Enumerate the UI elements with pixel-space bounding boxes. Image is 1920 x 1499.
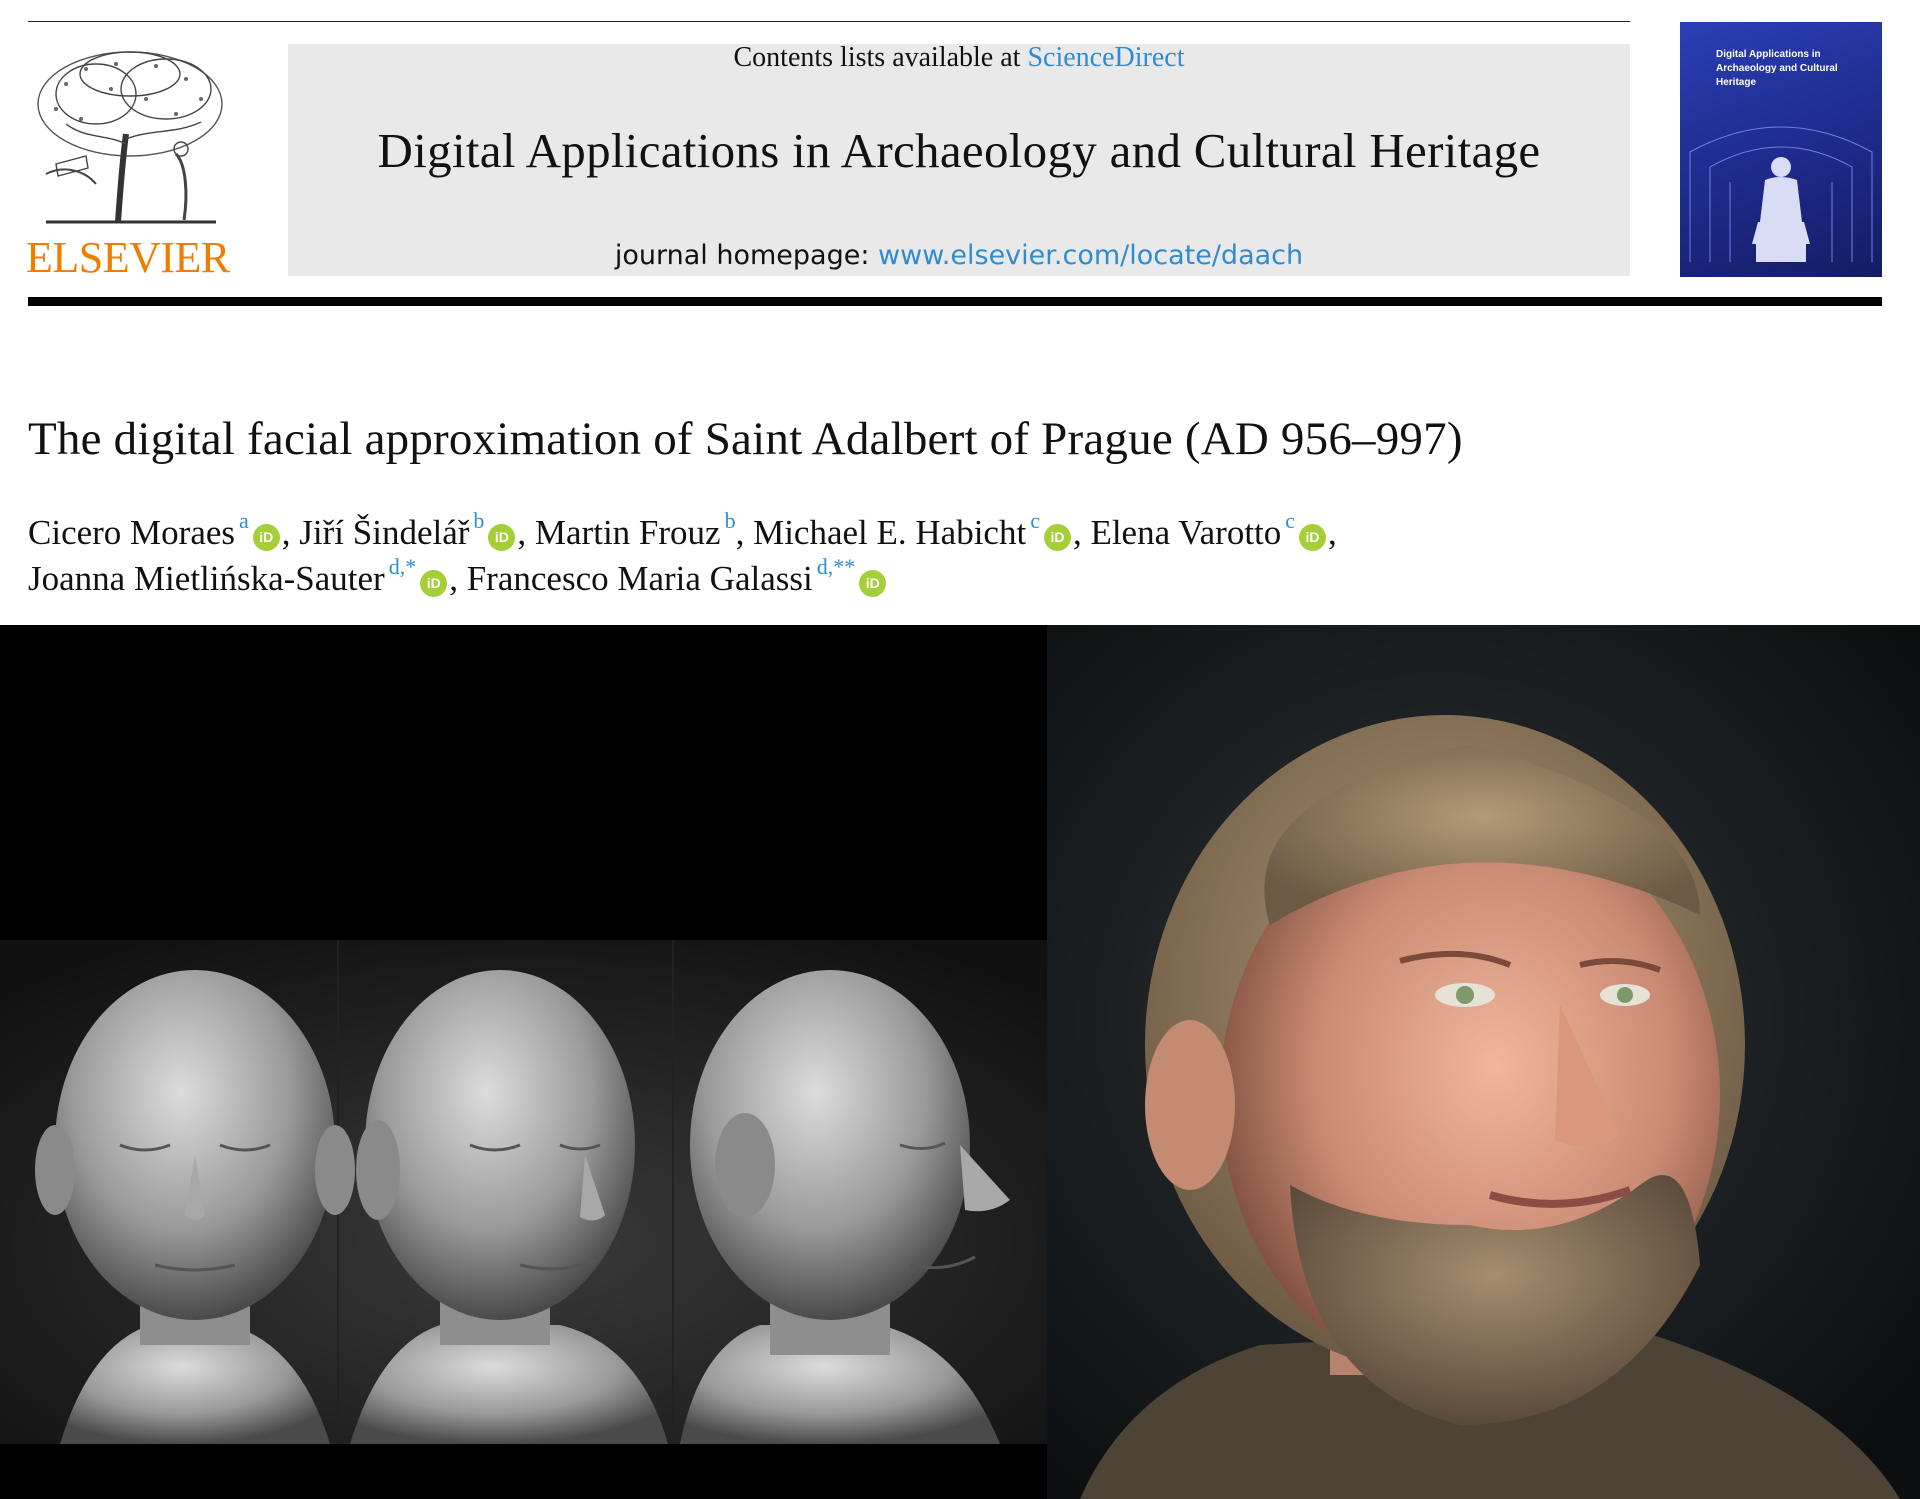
orcid-icon[interactable]: iD (1043, 524, 1071, 551)
authors-line-1: Cicero Moraes aiD, Jiří Šindelář biD, Mart… (28, 508, 1337, 552)
orcid-icon[interactable]: iD (488, 524, 516, 551)
sciencedirect-link[interactable]: ScienceDirect (1027, 42, 1184, 73)
cover-statue-illustration (1689, 126, 1873, 262)
journal-cover: Digital Applications in Archaeology and … (1680, 22, 1882, 277)
contents-prefix: Contents lists available at (733, 42, 1028, 73)
affiliation-marker[interactable]: a (239, 508, 249, 533)
figure-illustration (0, 625, 1920, 1499)
homepage-line: journal homepage: www.elsevier.com/locat… (288, 240, 1630, 271)
top-rule (28, 21, 1630, 22)
cover-title: Digital Applications in Archaeology and … (1716, 49, 1838, 88)
orcid-icon[interactable]: iD (252, 524, 280, 551)
homepage-link[interactable]: www.elsevier.com/locate/daach (878, 240, 1303, 271)
affiliation-marker[interactable]: c (1285, 508, 1295, 533)
article-title: The digital facial approximation of Sain… (28, 413, 1463, 465)
contents-line: Contents lists available at ScienceDirec… (288, 42, 1630, 74)
authors-line-2: Joanna Mietlińska-Sauter d,*iD, Francesco… (28, 554, 1878, 599)
affiliation-marker[interactable]: c (1030, 508, 1040, 533)
header-thick-rule (28, 297, 1882, 306)
author-name[interactable]: Michael E. Habicht (753, 513, 1026, 552)
affiliation-marker[interactable]: b (473, 508, 484, 533)
affiliation-marker[interactable]: b (725, 508, 736, 533)
orcid-icon[interactable]: iD (1299, 524, 1327, 551)
affiliation-marker[interactable]: d,* (389, 554, 417, 579)
author-name[interactable]: Elena Varotto (1090, 513, 1281, 552)
affiliation-marker[interactable]: d,** (817, 554, 856, 579)
author-name[interactable]: Jiří Šindelář (299, 513, 469, 552)
author-name[interactable]: Francesco Maria Galassi (467, 559, 813, 598)
author-name[interactable]: Martin Frouz (535, 513, 721, 552)
facial-approximation-figure (0, 625, 1920, 1499)
publisher-name: ELSEVIER (26, 233, 230, 282)
elsevier-tree-logo-icon (37, 51, 223, 224)
homepage-prefix: journal homepage: (614, 240, 879, 271)
author-name[interactable]: Cicero Moraes (28, 513, 235, 552)
orcid-icon[interactable]: iD (420, 570, 448, 597)
journal-title: Digital Applications in Archaeology and … (377, 123, 1541, 178)
author-name[interactable]: Joanna Mietlińska-Sauter (28, 559, 385, 598)
orcid-icon[interactable]: iD (859, 570, 887, 597)
